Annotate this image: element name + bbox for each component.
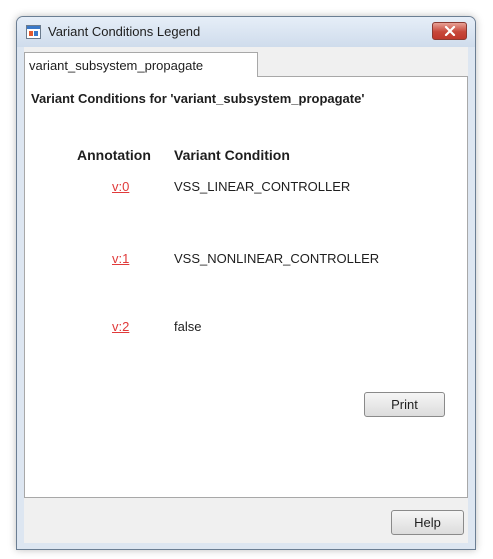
- column-header-annotation: Annotation: [77, 147, 151, 163]
- print-button[interactable]: Print: [364, 392, 445, 417]
- annotation-link-v0[interactable]: v:0: [112, 179, 129, 194]
- legend-heading: Variant Conditions for 'variant_subsyste…: [31, 91, 365, 106]
- column-header-variant-condition: Variant Condition: [174, 147, 290, 163]
- tab-variant-subsystem-propagate[interactable]: variant_subsystem_propagate: [24, 52, 258, 77]
- tab-panel: Variant Conditions for 'variant_subsyste…: [24, 76, 468, 498]
- annotation-link-v1[interactable]: v:1: [112, 251, 129, 266]
- annotation-link-v2[interactable]: v:2: [112, 319, 129, 334]
- legend-window: Variant Conditions Legend variant_subsys…: [16, 16, 476, 550]
- window-title: Variant Conditions Legend: [48, 24, 201, 39]
- close-button[interactable]: [432, 22, 467, 40]
- variant-condition-v0: VSS_LINEAR_CONTROLLER: [174, 179, 351, 194]
- title-bar[interactable]: Variant Conditions Legend: [17, 17, 475, 47]
- variant-condition-v2: false: [174, 319, 202, 334]
- help-button[interactable]: Help: [391, 510, 464, 535]
- variant-condition-v1: VSS_NONLINEAR_CONTROLLER: [174, 251, 380, 266]
- dialog-body: variant_subsystem_propagate Variant Cond…: [24, 47, 468, 543]
- simulink-legend-icon: [26, 25, 41, 39]
- close-icon: [444, 26, 456, 36]
